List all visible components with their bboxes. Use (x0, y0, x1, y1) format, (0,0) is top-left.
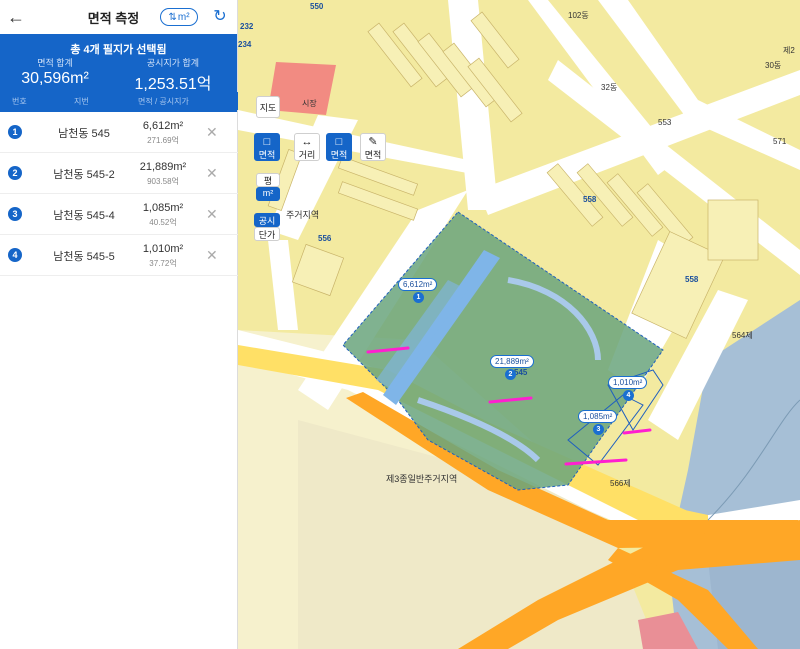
ruler-icon: ↔ (301, 136, 313, 148)
parcel-number-badge: 1 (413, 292, 424, 303)
back-arrow-icon[interactable]: ← (6, 7, 26, 27)
col-num: 번호 (12, 97, 27, 106)
parcel-list: 1 남천동 545 6,612m² 271.69억 ✕ 2 남천동 545-2 … (0, 112, 238, 276)
area-bubble: 1,085m² (578, 410, 618, 423)
unit-price-button[interactable]: 단가 (254, 227, 280, 241)
parcel-name: 남천동 545-4 (53, 210, 115, 222)
block-number: 558 (685, 275, 699, 284)
parcel-number-badge: 2 (505, 369, 516, 380)
parcel-area: 21,889m² (139, 161, 187, 173)
lot-number: 564제 (732, 331, 753, 340)
parcel-row[interactable]: 4 남천동 545-5 1,010m² 37.72억 ✕ (0, 235, 238, 276)
close-icon[interactable]: ✕ (206, 206, 218, 223)
sqm-unit-button[interactable]: m² (256, 187, 280, 201)
parcel-number-badge: 4 (623, 390, 634, 401)
column-headers: 번호 지번 면적 / 공시지가 (0, 92, 238, 110)
polygon-icon: □ (335, 136, 343, 148)
unit-toggle-label: m² (177, 11, 190, 23)
parcel-number-badge: 2 (8, 166, 22, 180)
area-total: 면적 합계 30,596m² (0, 56, 110, 88)
close-icon[interactable]: ✕ (206, 124, 218, 141)
pencil-icon: ✎ (368, 136, 378, 148)
area-draw-label: 면적 (364, 150, 382, 160)
lot-number: 545 (514, 368, 528, 377)
area-bubble: 1,010m² (608, 376, 648, 389)
panel-header: ← 면적 측정 ⇅ m² ↻ (0, 0, 237, 34)
parcel-area: 6,612m² (142, 120, 184, 132)
parcel-number-badge: 3 (593, 424, 604, 435)
official-price-button[interactable]: 공시 (254, 213, 280, 227)
area-bubble: 21,889m² (490, 355, 534, 368)
block-number: 제2 (783, 46, 795, 55)
parcel-price: 271.69억 (147, 136, 179, 145)
parcel-price: 37.72억 (149, 259, 177, 268)
area-select-label: 면적 (258, 150, 276, 160)
parcel-price: 40.52억 (149, 218, 177, 227)
block-number: 550 (310, 2, 324, 11)
select-area-icon: □ (263, 136, 271, 148)
lot-number: 232 (240, 22, 254, 31)
refresh-icon[interactable]: ↻ (210, 7, 230, 27)
official-label: 공시 (258, 216, 276, 226)
parcel-name: 남천동 545-5 (53, 251, 115, 263)
block-number: 558 (583, 195, 597, 204)
col-lot: 지번 (74, 97, 89, 106)
parcel-number-badge: 3 (8, 207, 22, 221)
map-type-label: 지도 (259, 103, 277, 113)
map-graphics (238, 0, 800, 649)
parcel-number-badge: 1 (8, 125, 22, 139)
area-bubble: 6,612m² (398, 278, 438, 291)
col-area: 면적 / 공시지가 (138, 97, 189, 106)
lot-number: 566제 (610, 479, 631, 488)
area-total-label: 면적 합계 (37, 58, 73, 68)
area-measure-label: 면적 (330, 150, 348, 160)
parcel-number-badge: 4 (8, 248, 22, 262)
parcel-row[interactable]: 1 남천동 545 6,612m² 271.69억 ✕ (0, 112, 238, 153)
parcel-area: 1,085m² (142, 202, 184, 214)
area-draw-button[interactable]: ✎ 면적 (360, 133, 386, 161)
parcel-area: 1,010m² (142, 243, 184, 255)
parcel-price: 903.58억 (147, 177, 179, 186)
block-number: 556 (318, 234, 332, 243)
panel-title: 면적 측정 (87, 10, 140, 26)
block-number: 553 (658, 118, 672, 127)
price-total: 공시지가 합계 1,253.51억 (118, 56, 228, 94)
block-number: 30동 (765, 61, 782, 70)
close-icon[interactable]: ✕ (206, 165, 218, 182)
parcel-row[interactable]: 3 남천동 545-4 1,085m² 40.52억 ✕ (0, 194, 238, 235)
measure-panel: ← 면적 측정 ⇅ m² ↻ 총 4개 필지가 선택됨 면적 합계 30,596… (0, 0, 238, 649)
block-number: 32동 (601, 83, 618, 92)
selection-count: 총 4개 필지가 선택됨 (70, 44, 167, 56)
parcel-name: 남천동 545-2 (53, 169, 115, 181)
market-label: 시장 (300, 98, 319, 109)
area-total-value: 30,596m² (21, 70, 89, 87)
parcel-name: 남천동 545 (58, 128, 110, 140)
block-number: 102동 (568, 11, 589, 20)
area-measure-button[interactable]: □ 면적 (326, 133, 352, 161)
unit-toggle-button[interactable]: ⇅ m² (160, 8, 198, 26)
price-total-label: 공시지가 합계 (146, 58, 200, 68)
lot-number: 234 (238, 40, 252, 49)
distance-label: 거리 (298, 150, 316, 160)
map-canvas[interactable]: 시장 제3종일반주거지역 주거지역 553 556 558 558 550 57… (238, 0, 800, 649)
parcel-row[interactable]: 2 남천동 545-2 21,889m² 903.58억 ✕ (0, 153, 238, 194)
block-number: 571 (773, 137, 787, 146)
pyeong-unit-button[interactable]: 평 (256, 173, 280, 187)
distance-button[interactable]: ↔ 거리 (294, 133, 320, 161)
price-total-value: 1,253.51억 (134, 76, 212, 93)
area-select-button[interactable]: □ 면적 (254, 133, 280, 161)
sqm-label: m² (262, 188, 274, 198)
close-icon[interactable]: ✕ (206, 247, 218, 264)
pyeong-label: 평 (263, 176, 273, 186)
unit-price-label: 단가 (258, 230, 276, 240)
zone-label: 제3종일반주거지역 (386, 474, 458, 484)
swap-icon: ⇅ (168, 11, 177, 23)
map-type-button[interactable]: 지도 (256, 96, 280, 118)
zone-label: 주거지역 (286, 210, 320, 220)
